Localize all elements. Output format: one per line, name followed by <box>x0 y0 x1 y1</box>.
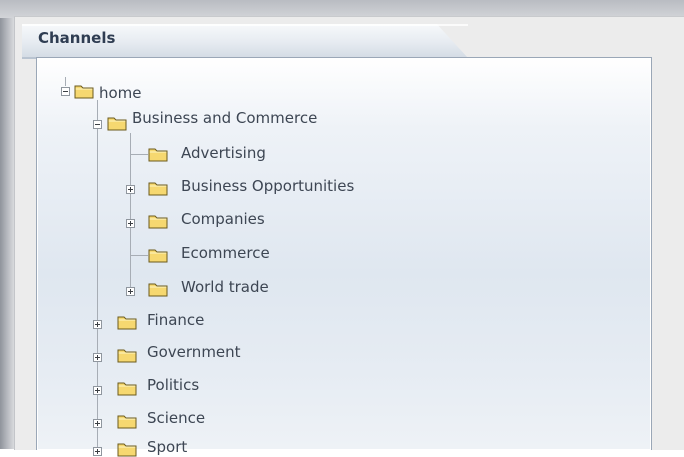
folder-icon <box>117 380 137 396</box>
folder-icon <box>117 413 137 429</box>
tree-line-root <box>65 77 66 86</box>
plus-expander-icon[interactable] <box>93 386 102 395</box>
folder-icon <box>117 314 137 330</box>
tree-node-advertising[interactable]: Advertising <box>181 144 266 162</box>
folder-icon <box>148 247 168 263</box>
tree-node-science[interactable]: Science <box>147 409 205 427</box>
tree-node-finance[interactable]: Finance <box>147 311 204 329</box>
tree-line-ecommerce <box>130 255 148 256</box>
plus-expander-icon[interactable] <box>93 320 102 329</box>
folder-icon <box>117 441 137 457</box>
folder-icon <box>148 281 168 297</box>
panel-header-highlight <box>22 24 468 26</box>
minus-expander-icon[interactable] <box>61 87 70 96</box>
tree-node-world-trade[interactable]: World trade <box>181 278 269 296</box>
folder-icon <box>148 213 168 229</box>
plus-expander-icon[interactable] <box>126 287 135 296</box>
tree-node-companies[interactable]: Companies <box>181 210 265 228</box>
plus-expander-icon[interactable] <box>126 219 135 228</box>
tree-line-level1 <box>97 100 98 449</box>
tree-node-sport[interactable]: Sport <box>147 438 187 456</box>
plus-expander-icon[interactable] <box>93 419 102 428</box>
folder-icon <box>74 83 94 99</box>
tree-node-home[interactable]: home <box>99 84 142 102</box>
tree-line-advertising <box>130 154 148 155</box>
folder-icon <box>148 146 168 162</box>
tree-node-business-opportunities[interactable]: Business Opportunities <box>181 177 354 195</box>
folder-icon <box>148 180 168 196</box>
tree-node-ecommerce[interactable]: Ecommerce <box>181 244 270 262</box>
plus-expander-icon[interactable] <box>126 185 135 194</box>
tree-node-business-commerce[interactable]: Business and Commerce <box>132 109 317 127</box>
folder-icon <box>107 115 127 131</box>
plus-expander-icon[interactable] <box>93 353 102 362</box>
tree-line-level2 <box>130 133 131 291</box>
panel-title: Channels <box>38 29 116 47</box>
tree-node-government[interactable]: Government <box>147 343 241 361</box>
left-frame-edge <box>0 18 14 449</box>
plus-expander-icon[interactable] <box>93 447 102 456</box>
minus-expander-icon[interactable] <box>93 120 102 129</box>
folder-icon <box>117 347 137 363</box>
tree-node-politics[interactable]: Politics <box>147 376 199 394</box>
